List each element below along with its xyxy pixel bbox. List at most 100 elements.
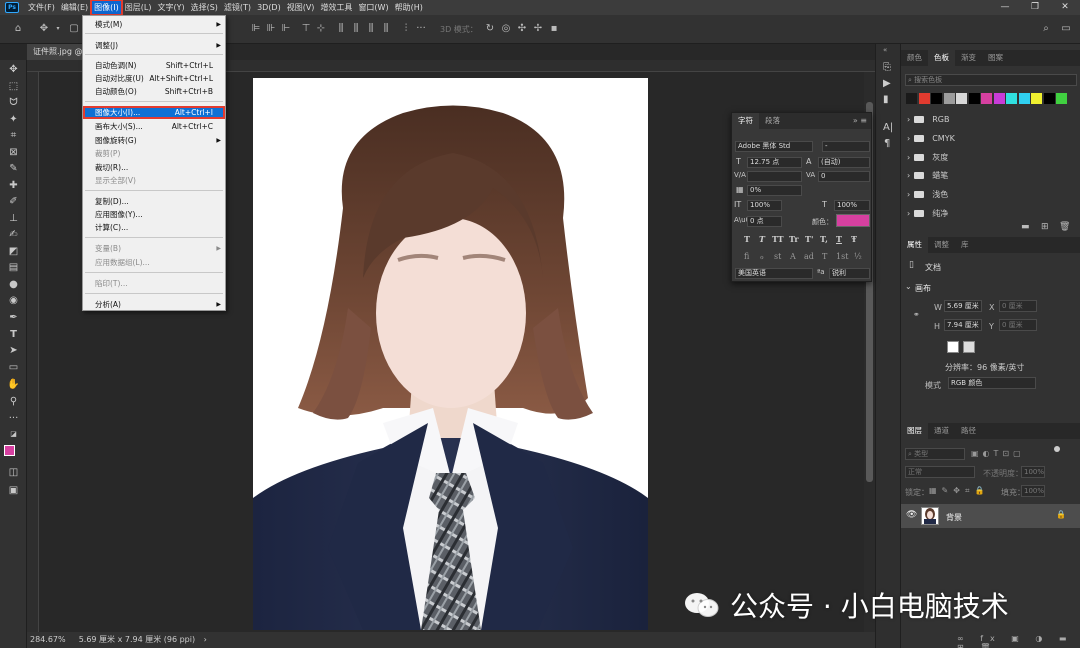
tab-gradients[interactable]: 渐变 [955, 50, 982, 66]
menu-item-auto-contrast[interactable]: 自动对比度(U) Alt+Shift+Ctrl+L [83, 72, 225, 85]
color-swatch[interactable] [1006, 93, 1017, 104]
leading-field[interactable]: (自动) [818, 157, 870, 168]
menu-item-adjustments[interactable]: 调整(J) ▶ [83, 39, 225, 52]
menu-item-image-rotation[interactable]: 图像旋转(G) ▶ [83, 134, 225, 147]
distribute-v-icon[interactable]: ⫼ [365, 23, 377, 35]
color-swatch[interactable] [1018, 93, 1030, 104]
trash-icon[interactable]: 🗑 [1059, 222, 1070, 232]
menu-item-duplicate[interactable]: 复制(D)... [83, 195, 225, 208]
menu-item-calculations[interactable]: 计算(C)... [83, 221, 225, 234]
chevron-down-icon[interactable]: ⌄ [905, 282, 912, 291]
checkbox-icon[interactable]: ▢ [68, 23, 80, 35]
swatch-search-input[interactable]: ⌕ 搜索色板 [905, 74, 1077, 86]
menu-item-canvas-size[interactable]: 画布大小(S)... Alt+Ctrl+C [83, 120, 225, 133]
horizontal-scale-field[interactable]: 100% [834, 200, 870, 211]
pen-tool-icon[interactable]: ✒ [6, 311, 21, 324]
color-swatch[interactable] [918, 93, 930, 104]
distribute-2-icon[interactable]: ⫼ [380, 23, 392, 35]
distribute-h-icon[interactable]: ⫼ [350, 23, 362, 35]
tab-swatches[interactable]: 色板 [928, 50, 955, 66]
language-select[interactable]: 美国英语 [735, 268, 813, 279]
chevron-right-icon[interactable]: › [204, 635, 207, 644]
menu-item-apply-image[interactable]: 应用图像(Y)... [83, 208, 225, 221]
discretionary-ligatures-button[interactable]: st [774, 252, 781, 261]
menu-edit[interactable]: 编辑(E) [58, 0, 91, 15]
underline-button[interactable]: T [836, 234, 842, 244]
collapse-icon[interactable]: » ≡ [849, 113, 871, 129]
tab-patterns[interactable]: 图案 [982, 50, 1009, 66]
search-icon[interactable]: ⌕ [1040, 23, 1052, 35]
faux-bold-button[interactable]: T [744, 234, 750, 244]
new-swatch-icon[interactable]: ⊞ [1041, 222, 1049, 232]
magic-wand-tool-icon[interactable]: ✦ [6, 113, 21, 126]
tab-libraries[interactable]: 库 [955, 237, 975, 253]
menu-item-auto-color[interactable]: 自动颜色(O) Shift+Ctrl+B [83, 85, 225, 98]
distribute-icon[interactable]: ⫼ [335, 23, 347, 35]
eye-icon[interactable]: 👁 [906, 510, 917, 520]
layers-footer-icons[interactable]: ∞ fx ▣ ◑ ▬ ⊞ 🗑 [957, 634, 1080, 648]
align-top-icon[interactable]: ⊤ [300, 23, 312, 35]
color-swatch[interactable] [956, 93, 967, 104]
move-tool-icon[interactable]: ✥ [38, 23, 50, 35]
vertical-scale-field[interactable]: 100% [747, 200, 782, 211]
document-tab[interactable]: 证件照.jpg @ [27, 44, 87, 60]
portrait-orientation-icon[interactable] [947, 341, 959, 353]
x-field[interactable]: 0 厘米 [999, 300, 1037, 312]
character-icon[interactable]: A| [883, 122, 893, 133]
landscape-orientation-icon[interactable] [963, 341, 975, 353]
3d-roll-icon[interactable]: ◎ [500, 23, 512, 35]
blur-tool-icon[interactable]: ● [6, 278, 21, 291]
menu-window[interactable]: 窗口(W) [355, 0, 391, 15]
history-brush-tool-icon[interactable]: ✍ [6, 228, 21, 241]
gradient-tool-icon[interactable]: ▤ [6, 261, 21, 274]
history-icon[interactable]: ⎘ [883, 62, 891, 73]
marquee-tool-icon[interactable]: ⬚ [6, 80, 21, 93]
chevron-down-icon[interactable]: ▾ [52, 23, 64, 35]
color-swatch[interactable] [1043, 93, 1055, 104]
color-swatch[interactable] [1031, 93, 1042, 104]
menu-help[interactable]: 帮助(H) [392, 0, 426, 15]
font-style-select[interactable]: - [822, 141, 870, 152]
swatch-folder-grayscale[interactable]: › 灰度 [907, 150, 1067, 166]
tab-channels[interactable]: 通道 [928, 423, 955, 439]
3d-rotate-icon[interactable]: ↻ [484, 23, 496, 35]
ligatures-button[interactable]: fi [744, 252, 749, 261]
menu-item-analysis[interactable]: 分析(A) ▶ [83, 298, 225, 311]
eyedropper-tool-icon[interactable]: ✎ [6, 162, 21, 175]
tab-paths[interactable]: 路径 [955, 423, 982, 439]
align-left-icon[interactable]: ⊫ [250, 23, 262, 35]
stylistic-alt-button[interactable]: ad [804, 252, 814, 261]
width-field[interactable]: 5.69 厘米 [944, 300, 982, 312]
crop-tool-icon[interactable]: ⌗ [6, 129, 21, 142]
color-swatch[interactable] [906, 93, 917, 104]
menu-select[interactable]: 选择(S) [188, 0, 221, 15]
tracking-field[interactable]: 0 [818, 171, 870, 182]
kerning-field[interactable] [747, 171, 802, 182]
tab-adjustments[interactable]: 调整 [928, 237, 955, 253]
menu-item-image-size[interactable]: 图像大小(I)... Alt+Ctrl+I [83, 106, 225, 119]
menu-item-trim[interactable]: 裁切(R)... [83, 161, 225, 174]
actions-play-icon[interactable]: ▶ [883, 78, 891, 89]
color-swatch[interactable] [943, 93, 955, 104]
align-middle-icon[interactable]: ⊹ [315, 23, 327, 35]
lock-icons[interactable]: ▦✎✥⌗🔒 [929, 486, 989, 496]
tab-paragraph[interactable]: 段落 [759, 113, 786, 129]
3d-slide-icon[interactable]: ✢ [532, 23, 544, 35]
default-colors-icon[interactable]: ◪ [6, 428, 21, 441]
zoom-tool-icon[interactable]: ⚲ [6, 395, 21, 408]
hand-tool-icon[interactable]: ✋ [6, 378, 21, 391]
menu-filter[interactable]: 滤镜(T) [221, 0, 254, 15]
blend-mode-select[interactable]: 正常 [905, 466, 975, 478]
menu-plugins[interactable]: 增效工具 [317, 0, 355, 15]
ordinals-button[interactable]: 1st [836, 252, 848, 261]
foreground-color-swatch[interactable] [4, 445, 15, 456]
y-field[interactable]: 0 厘米 [999, 319, 1037, 331]
eraser-tool-icon[interactable]: ◩ [6, 245, 21, 258]
all-caps-button[interactable]: TT [772, 234, 784, 244]
layer-filter-select[interactable]: ⌕ 类型 [905, 448, 965, 460]
brush-tool-icon[interactable]: ✐ [6, 195, 21, 208]
collapse-icon[interactable]: « [883, 46, 887, 54]
tab-color[interactable]: 颜色 [901, 50, 928, 66]
healing-brush-tool-icon[interactable]: ✚ [6, 179, 21, 192]
fill-field[interactable]: 100% [1021, 485, 1045, 497]
